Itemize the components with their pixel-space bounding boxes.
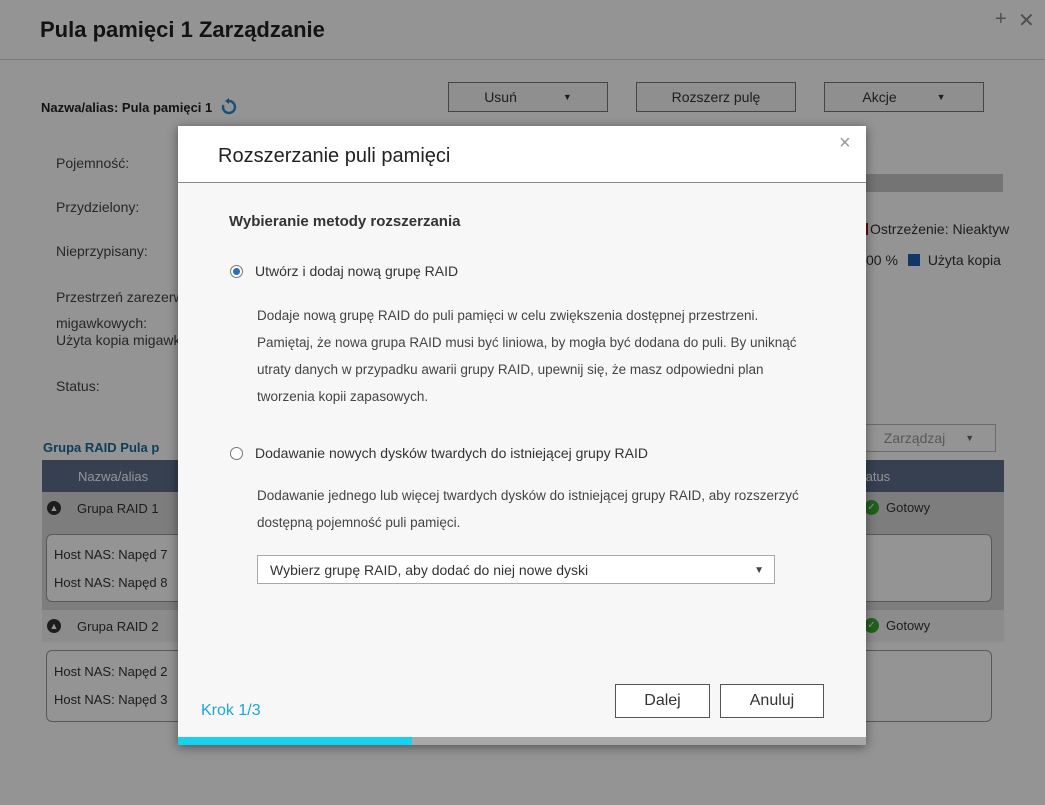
option-new-raid-radio[interactable]: [230, 265, 243, 278]
option-add-disks-radio[interactable]: [230, 447, 243, 460]
option-new-raid-description: Dodaje nową grupę RAID do puli pamięci w…: [257, 302, 837, 410]
next-button[interactable]: Dalej: [615, 684, 710, 718]
option-new-raid-label[interactable]: Utwórz i dodaj nową grupę RAID: [255, 263, 458, 279]
dialog-header: Rozszerzanie puli pamięci ×: [178, 126, 866, 183]
raid-group-select-value: Wybierz grupę RAID, aby dodać do niej no…: [270, 562, 589, 578]
option-add-disks-label[interactable]: Dodawanie nowych dysków twardych do istn…: [255, 445, 648, 461]
step-indicator: Krok 1/3: [201, 702, 261, 719]
caret-down-icon: ▼: [754, 565, 764, 576]
method-section-title: Wybieranie metody rozszerzania: [229, 213, 461, 230]
description-line: dostępną pojemność puli pamięci.: [257, 515, 461, 530]
description-line: Dodawanie jednego lub więcej twardych dy…: [257, 488, 799, 503]
close-icon[interactable]: ×: [839, 132, 851, 155]
description-line: Pamiętaj, że nowa grupa RAID musi być li…: [257, 335, 797, 350]
description-line: Dodaje nową grupę RAID do puli pamięci w…: [257, 308, 759, 323]
option-add-disks-description: Dodawanie jednego lub więcej twardych dy…: [257, 482, 837, 536]
description-line: tworzenia kopii zapasowych.: [257, 389, 429, 404]
raid-group-select[interactable]: Wybierz grupę RAID, aby dodać do niej no…: [257, 555, 775, 584]
wizard-progress-fill: [178, 737, 412, 745]
cancel-button[interactable]: Anuluj: [720, 684, 824, 718]
description-line: utraty danych w przypadku awarii grupy R…: [257, 362, 764, 377]
dialog-title: Rozszerzanie puli pamięci: [218, 145, 451, 167]
expand-pool-dialog: Rozszerzanie puli pamięci × Wybieranie m…: [178, 126, 866, 745]
wizard-progress-bar: [178, 737, 866, 745]
